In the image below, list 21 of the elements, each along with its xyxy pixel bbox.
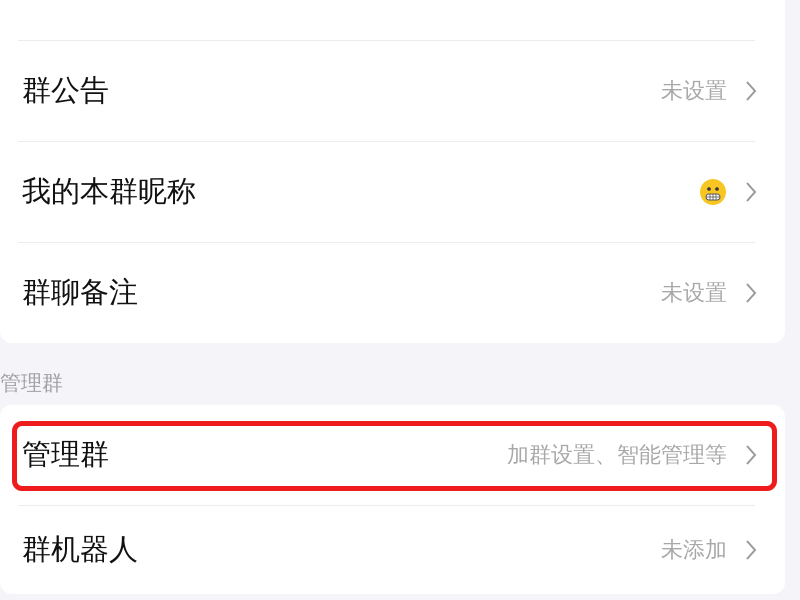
- row-label: 群机器人: [22, 531, 138, 568]
- chevron-icon: [745, 282, 757, 304]
- row-value: 加群设置、智能管理等: [507, 442, 727, 470]
- settings-row[interactable]: 群公告 未设置: [0, 41, 785, 141]
- row-label: 管理群: [22, 436, 109, 473]
- row-label: 群聊备注: [22, 274, 138, 311]
- settings-row[interactable]: 管理群 加群设置、智能管理等: [0, 405, 785, 505]
- row-label: 我的本群昵称: [22, 173, 196, 210]
- settings-row[interactable]: 群聊备注 未设置: [0, 243, 785, 343]
- chevron-icon: [745, 181, 757, 203]
- settings-row[interactable]: 群机器人 未添加: [0, 506, 785, 594]
- row-value: 未添加: [661, 537, 727, 565]
- chevron-icon: [745, 444, 757, 466]
- settings-row[interactable]: 我的本群昵称: [0, 142, 785, 242]
- row-value: 未设置: [661, 280, 727, 308]
- chevron-icon: [745, 539, 757, 561]
- row-label: 群公告: [22, 72, 109, 109]
- chevron-icon: [745, 80, 757, 102]
- grimacing-face-icon: [699, 178, 727, 206]
- section-header: 管理群: [0, 370, 64, 397]
- row-value: 未设置: [661, 78, 727, 106]
